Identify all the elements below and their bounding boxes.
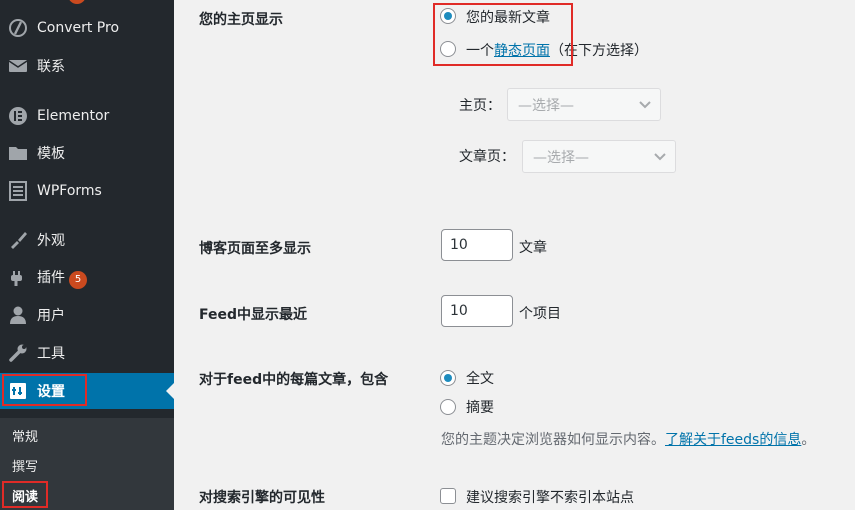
- plugin-icon: [7, 267, 29, 289]
- sidebar-item-plugins[interactable]: 插件 5: [0, 260, 174, 296]
- folder-icon: [7, 142, 29, 164]
- convert-pro-icon: [7, 17, 29, 39]
- homepage-select-label: 主页：: [459, 98, 501, 114]
- postspage-select-value: —选择—: [533, 149, 589, 166]
- search-visibility-label: 对搜索引擎的可见性: [199, 490, 325, 506]
- postspage-select[interactable]: —选择—: [522, 140, 676, 173]
- radio-summary[interactable]: [440, 399, 456, 415]
- feeds-info-link[interactable]: 了解关于feeds的信息: [665, 432, 801, 448]
- chevron-down-icon: [654, 153, 666, 161]
- elementor-icon: [7, 105, 29, 127]
- active-menu-arrow: [166, 383, 174, 399]
- sidebar-item-label: WPForms: [37, 183, 102, 199]
- feed-description-end: 。: [801, 432, 816, 448]
- posts-per-page-input[interactable]: 10: [441, 229, 513, 261]
- highlight-box: [433, 3, 573, 66]
- wrench-icon: [7, 342, 29, 364]
- sidebar-item-label: 模板: [37, 146, 65, 162]
- sidebar-item-templates[interactable]: 模板: [0, 135, 174, 171]
- sidebar-item-label: 用户: [37, 308, 65, 324]
- sidebar-item-elementor[interactable]: Elementor: [0, 98, 174, 134]
- feed-description-text: 您的主题决定浏览器如何显示内容。: [441, 432, 665, 448]
- sidebar-item-users[interactable]: 用户: [0, 297, 174, 333]
- full-text-label: 全文: [466, 371, 494, 387]
- wpforms-icon: [7, 180, 29, 202]
- feed-content-label: 对于feed中的每篇文章，包含: [199, 372, 389, 388]
- highlight-box: [2, 481, 48, 508]
- paintbrush-icon: [7, 229, 29, 251]
- sidebar-item-appearance[interactable]: 外观: [0, 222, 174, 258]
- sidebar-item-label: 插件: [37, 270, 65, 286]
- sidebar-item-label: Convert Pro: [37, 20, 120, 36]
- update-count-badge: 5: [69, 271, 87, 289]
- feed-items-input[interactable]: 10: [441, 295, 513, 327]
- sidebar-item-contact[interactable]: 联系: [0, 48, 174, 84]
- chevron-down-icon: [639, 101, 651, 109]
- sidebar-item-label: 工具: [37, 346, 65, 362]
- top-notification-badge: [68, 0, 86, 4]
- sidebar-item-convert-pro[interactable]: Convert Pro: [0, 10, 174, 46]
- feed-items-label: Feed中显示最近: [199, 307, 308, 323]
- front-page-label: 您的主页显示: [199, 12, 283, 28]
- envelope-icon: [7, 55, 29, 77]
- posts-per-page-label: 博客页面至多显示: [199, 241, 311, 257]
- feed-items-unit: 个项目: [519, 306, 561, 322]
- homepage-select-value: —选择—: [518, 97, 574, 114]
- sidebar-item-wpforms[interactable]: WPForms: [0, 173, 174, 209]
- homepage-select[interactable]: —选择—: [507, 88, 661, 121]
- sidebar-item-label: Elementor: [37, 108, 110, 124]
- admin-sidebar: Convert Pro 联系 Elementor 模板 WPForms 外观 插…: [0, 0, 174, 510]
- submenu-item-general[interactable]: 常规: [12, 426, 38, 445]
- sidebar-item-label: 外观: [37, 233, 65, 249]
- sidebar-item-tools[interactable]: 工具: [0, 335, 174, 371]
- submenu-item-writing[interactable]: 撰写: [12, 456, 38, 475]
- postspage-select-label: 文章页：: [459, 149, 515, 165]
- user-icon: [7, 304, 29, 326]
- radio-full-text[interactable]: [440, 370, 456, 386]
- discourage-search-checkbox[interactable]: [440, 488, 456, 504]
- sidebar-item-label: 联系: [37, 59, 65, 75]
- posts-per-page-unit: 文章: [519, 240, 547, 256]
- feed-description: 您的主题决定浏览器如何显示内容。了解关于feeds的信息。: [441, 429, 815, 449]
- highlight-box: [2, 374, 87, 406]
- summary-label: 摘要: [466, 400, 494, 416]
- discourage-search-label: 建议搜索引擎不索引本站点: [466, 490, 634, 506]
